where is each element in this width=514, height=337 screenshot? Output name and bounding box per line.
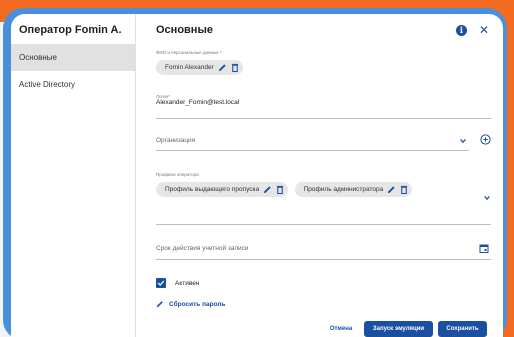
sidebar-item-label: Active Directory xyxy=(19,80,76,89)
trash-icon[interactable] xyxy=(231,63,239,73)
sidebar: Оператор Fomin A. Основные Active Direct… xyxy=(11,14,136,337)
close-icon[interactable]: ✕ xyxy=(479,24,489,36)
expiry-underline xyxy=(156,259,491,260)
save-button[interactable]: Сохранить xyxy=(438,321,487,337)
sidebar-item-active-directory[interactable]: Active Directory xyxy=(11,71,135,98)
calendar-icon[interactable] xyxy=(479,243,489,253)
login-value: Alexander_Fomin@test.local xyxy=(156,99,240,106)
cancel-button[interactable]: Отмена xyxy=(325,321,357,337)
profile-chip[interactable]: Профиль выдающего пропуска xyxy=(156,182,289,198)
start-emulation-button[interactable]: Запуск эмуляции xyxy=(364,321,433,337)
login-underline xyxy=(156,118,491,119)
profiles-field[interactable]: Профили оператора Профиль выдающего проп… xyxy=(156,172,491,225)
pencil-icon[interactable] xyxy=(387,185,396,194)
fio-field[interactable]: ФИО и персональные данные * Fomin Alexan… xyxy=(156,50,491,80)
sidebar-item-general[interactable]: Основные xyxy=(11,44,135,71)
login-field[interactable]: Логин* Alexander_Fomin@test.local xyxy=(156,94,491,119)
reset-password-link[interactable]: Сбросить пароль xyxy=(156,300,226,308)
profile-chip-label: Профиль выдающего пропуска xyxy=(165,186,260,194)
pencil-icon xyxy=(156,301,163,308)
chevron-down-icon[interactable] xyxy=(459,137,467,145)
fio-chip-label: Fomin Alexander xyxy=(165,64,214,72)
active-toggle[interactable]: Активен xyxy=(156,278,199,288)
expiry-field[interactable]: Срок действия учетной записи xyxy=(156,236,491,260)
organization-field[interactable]: Организация xyxy=(156,134,491,151)
profile-chip[interactable]: Профиль администратора xyxy=(294,182,413,198)
add-icon[interactable] xyxy=(480,134,491,145)
checkbox-checked-icon[interactable] xyxy=(156,278,166,288)
organization-placeholder: Организация xyxy=(156,137,196,144)
info-icon[interactable]: i xyxy=(455,24,467,36)
expiry-placeholder: Срок действия учетной записи xyxy=(156,245,249,252)
sidebar-title: Оператор Fomin A. xyxy=(19,24,122,36)
trash-icon[interactable] xyxy=(276,185,284,195)
profiles-label: Профили оператора xyxy=(156,172,199,177)
fio-chip[interactable]: Fomin Alexander xyxy=(156,60,243,76)
trash-icon[interactable] xyxy=(400,185,408,195)
pencil-icon[interactable] xyxy=(263,185,272,194)
profile-chip-label: Профиль администратора xyxy=(303,186,384,194)
sidebar-item-label: Основные xyxy=(19,53,57,62)
profiles-underline xyxy=(156,224,491,225)
dialog-header: Основные i ✕ xyxy=(156,14,493,44)
organization-underline xyxy=(156,150,469,151)
pencil-icon[interactable] xyxy=(218,63,227,72)
page-title: Основные xyxy=(156,24,213,36)
active-label: Активен xyxy=(175,279,200,287)
operator-dialog: Оператор Fomin A. Основные Active Direct… xyxy=(11,14,503,337)
reset-password-label: Сбросить пароль xyxy=(169,300,226,308)
main-panel: Основные i ✕ ФИО и персональные данные *… xyxy=(136,14,503,337)
chevron-down-icon[interactable] xyxy=(483,194,491,202)
fio-label: ФИО и персональные данные * xyxy=(156,50,222,55)
